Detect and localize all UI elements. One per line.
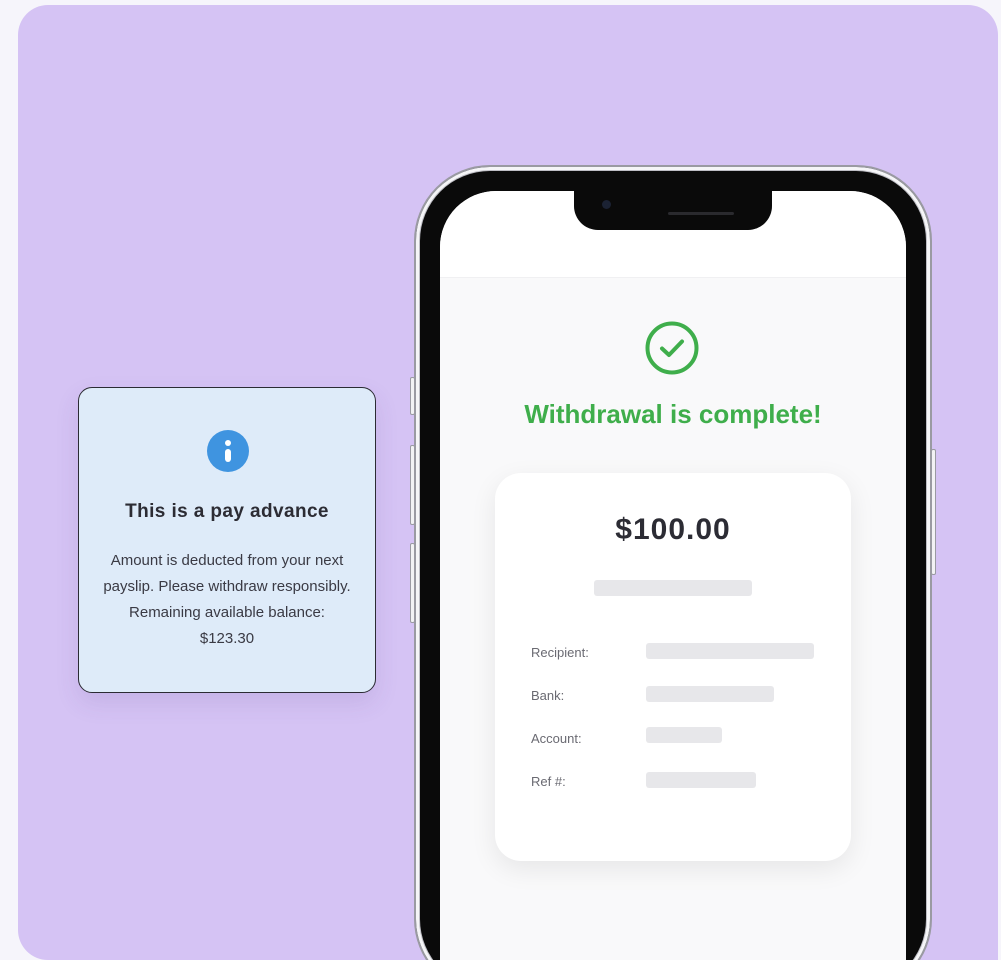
recipient-label: Recipient: [531,645,589,660]
phone-mockup: Withdrawal is complete! $100.00 Recipien… [410,165,936,960]
earpiece-speaker [668,212,734,215]
info-icon [207,430,249,472]
receipt-card: $100.00 Recipient: Bank: Account: Ref #: [495,473,851,861]
front-camera [602,200,611,209]
info-card-title: This is a pay advance [125,501,329,522]
phone-silent-switch [410,377,415,415]
phone-notch [574,191,772,230]
ref-label: Ref #: [531,774,566,789]
account-value-placeholder [646,727,722,743]
withdrawal-amount: $100.00 [615,513,731,546]
promo-background: This is a pay advance Amount is deducted… [18,5,998,960]
phone-power-button [931,449,936,575]
bank-value-placeholder [646,686,774,702]
ref-value-placeholder [646,772,756,788]
bank-label: Bank: [531,688,565,703]
recipient-value-placeholder [646,643,814,659]
phone-volume-down-button [410,543,415,623]
check-circle-icon [645,321,699,375]
phone-screen: Withdrawal is complete! $100.00 Recipien… [440,191,906,960]
withdrawal-complete-title: Withdrawal is complete! [524,399,822,429]
account-label: Account: [531,731,582,746]
phone-volume-up-button [410,445,415,525]
amount-subtitle-placeholder [594,580,752,596]
info-card-body: Amount is deducted from your next paysli… [103,552,351,647]
pay-advance-info-card: This is a pay advance Amount is deducted… [78,387,376,693]
